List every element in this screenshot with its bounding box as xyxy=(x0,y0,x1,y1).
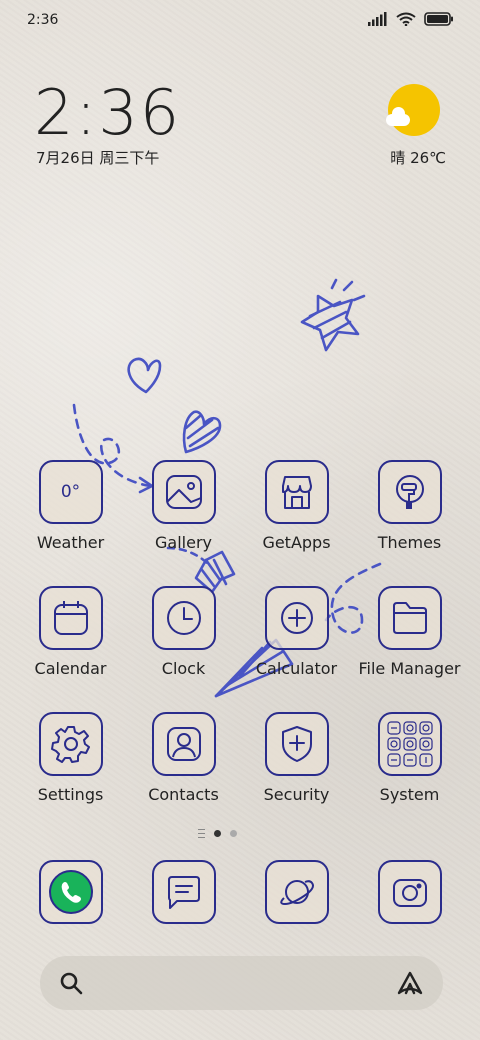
app-label-weather: Weather xyxy=(36,533,105,552)
app-weather[interactable]: 0° Weather xyxy=(14,460,127,552)
page-indicator[interactable] xyxy=(198,829,237,838)
sun-cloud-icon xyxy=(386,84,440,136)
weather-icon-text: 0° xyxy=(60,482,81,502)
app-label-gallery: Gallery xyxy=(155,533,212,552)
folder-grid-icon[interactable] xyxy=(377,712,442,776)
calendar-icon[interactable] xyxy=(38,586,103,650)
camera-icon[interactable] xyxy=(377,860,442,924)
app-label-themes: Themes xyxy=(377,533,442,552)
app-calendar[interactable]: Calendar xyxy=(14,586,127,678)
status-time: 2:36 xyxy=(27,12,59,28)
signal-icon xyxy=(368,12,387,26)
contacts-icon[interactable] xyxy=(151,712,216,776)
folder-icon[interactable] xyxy=(377,586,442,650)
status-bar: 2:36 xyxy=(0,0,480,40)
app-system[interactable]: System xyxy=(353,712,466,804)
browser-icon[interactable] xyxy=(264,860,329,924)
app-label-contacts: Contacts xyxy=(148,785,219,804)
search-bar[interactable] xyxy=(40,956,443,1010)
themes-icon[interactable] xyxy=(377,460,442,524)
app-label-settings: Settings xyxy=(37,785,104,804)
calculator-icon[interactable] xyxy=(264,586,329,650)
app-label-calculator: Calculator xyxy=(255,659,338,678)
weather-widget-text: 晴 26℃ xyxy=(390,149,446,167)
app-contacts[interactable]: Contacts xyxy=(127,712,240,804)
dock-phone[interactable] xyxy=(14,860,127,924)
weather-app-icon[interactable]: 0° xyxy=(38,460,103,524)
status-icons xyxy=(368,12,454,26)
app-label-getapps: GetApps xyxy=(262,533,331,552)
battery-icon xyxy=(424,12,453,26)
assistant-icon[interactable] xyxy=(395,970,425,996)
widget-clock[interactable]: 2:36 xyxy=(34,76,181,149)
gallery-icon[interactable] xyxy=(151,460,216,524)
app-settings[interactable]: Settings xyxy=(14,712,127,804)
app-calculator[interactable]: Calculator xyxy=(240,586,353,678)
app-clock[interactable]: Clock xyxy=(127,586,240,678)
app-label-security: Security xyxy=(263,785,330,804)
wifi-icon xyxy=(396,12,416,26)
app-label-clock: Clock xyxy=(161,659,206,678)
clock-icon[interactable] xyxy=(151,586,216,650)
weather-widget[interactable]: 晴 26℃ xyxy=(366,84,446,167)
app-getapps[interactable]: GetApps xyxy=(240,460,353,552)
page-indicator-menu xyxy=(198,829,205,838)
page-dot xyxy=(230,830,237,837)
messages-icon[interactable] xyxy=(151,860,216,924)
app-file-manager[interactable]: File Manager xyxy=(353,586,466,678)
page-dot-current xyxy=(214,830,221,837)
app-gallery[interactable]: Gallery xyxy=(127,460,240,552)
shield-icon[interactable] xyxy=(264,712,329,776)
dock-messages[interactable] xyxy=(127,860,240,924)
app-label-calendar: Calendar xyxy=(34,659,107,678)
app-label-system: System xyxy=(379,785,440,804)
gear-icon[interactable] xyxy=(38,712,103,776)
app-security[interactable]: Security xyxy=(240,712,353,804)
dock-camera[interactable] xyxy=(353,860,466,924)
phone-icon[interactable] xyxy=(38,860,103,924)
store-icon[interactable] xyxy=(264,460,329,524)
app-label-file-manager: File Manager xyxy=(358,659,461,678)
dock-browser[interactable] xyxy=(240,860,353,924)
app-themes[interactable]: Themes xyxy=(353,460,466,552)
search-icon[interactable] xyxy=(58,970,84,996)
widget-date: 7月26日 周三下午 xyxy=(36,149,160,167)
